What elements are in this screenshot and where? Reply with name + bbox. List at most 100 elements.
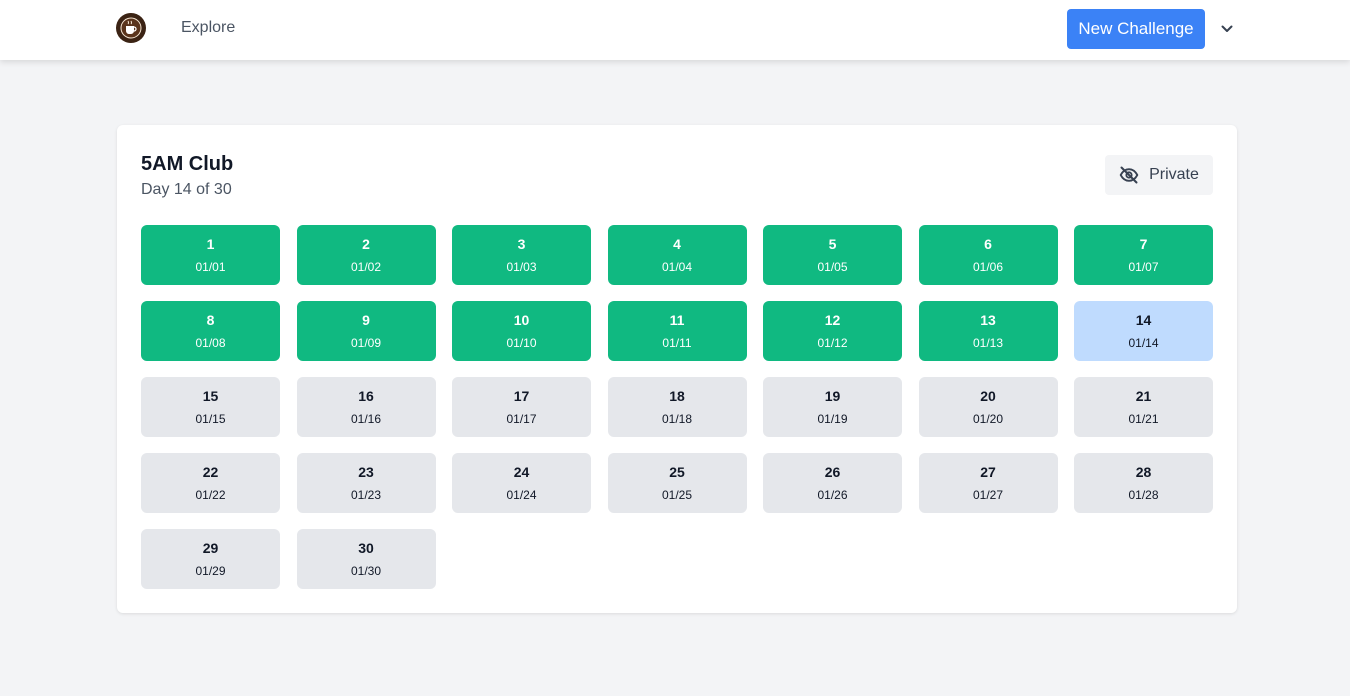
day-tile-4[interactable]: 4 01/04: [607, 225, 747, 285]
day-date: 01/05: [817, 260, 848, 274]
day-number: 2: [362, 236, 370, 252]
day-tile-29[interactable]: 29 01/29: [141, 529, 280, 589]
day-tile-23[interactable]: 23 01/23: [296, 453, 436, 513]
day-date: 01/27: [972, 488, 1004, 502]
day-tile-8[interactable]: 8 01/08: [141, 301, 280, 361]
private-toggle-button[interactable]: Private: [1105, 155, 1213, 195]
day-date: 01/15: [195, 412, 226, 426]
day-date: 01/02: [350, 260, 382, 274]
day-number: 15: [202, 388, 219, 404]
day-number: 29: [202, 540, 219, 556]
day-tile-12[interactable]: 12 01/12: [763, 301, 902, 361]
day-number: 8: [206, 312, 215, 328]
day-tile-26[interactable]: 26 01/26: [763, 453, 902, 513]
day-tile-11[interactable]: 11 01/11: [607, 301, 747, 361]
day-date: 01/21: [1128, 412, 1159, 426]
day-number: 14: [1135, 312, 1152, 328]
eye-off-icon: [1119, 165, 1139, 185]
day-date: 01/22: [195, 488, 226, 502]
coffee-cup-icon[interactable]: [116, 13, 146, 43]
day-tile-21[interactable]: 21 01/21: [1074, 377, 1213, 437]
day-date: 01/10: [506, 336, 537, 350]
day-date: 01/25: [661, 488, 693, 502]
day-number: 9: [362, 312, 370, 328]
day-number: 11: [669, 312, 685, 328]
day-tile-16[interactable]: 16 01/16: [296, 377, 436, 437]
day-date: 01/18: [661, 412, 693, 426]
day-number: 20: [980, 388, 996, 404]
day-tile-22[interactable]: 22 01/22: [141, 453, 280, 513]
day-number: 23: [358, 464, 374, 480]
day-tile-10[interactable]: 10 01/10: [452, 301, 591, 361]
challenge-title: 5AM Club: [141, 153, 234, 175]
day-tile-13[interactable]: 13 01/13: [918, 301, 1058, 361]
chevron-down-icon[interactable]: [1217, 19, 1237, 39]
day-tile-7[interactable]: 7 01/07: [1074, 225, 1213, 285]
day-tile-5[interactable]: 5 01/05: [763, 225, 902, 285]
day-date: 01/09: [350, 336, 382, 350]
day-number: 24: [513, 464, 530, 480]
day-number: 17: [513, 388, 530, 404]
day-date: 01/30: [350, 564, 382, 578]
day-date: 01/06: [972, 260, 1004, 274]
day-tile-14[interactable]: 14 01/14: [1074, 301, 1213, 361]
day-tile-6[interactable]: 6 01/06: [918, 225, 1058, 285]
day-number: 3: [517, 236, 526, 252]
day-date: 01/17: [506, 412, 537, 426]
day-number: 19: [824, 388, 841, 404]
day-tile-15[interactable]: 15 01/15: [141, 377, 280, 437]
private-label: Private: [1149, 166, 1199, 183]
day-tile-28[interactable]: 28 01/28: [1074, 453, 1213, 513]
day-tile-9[interactable]: 9 01/09: [296, 301, 436, 361]
day-tile-30[interactable]: 30 01/30: [296, 529, 436, 589]
day-number: 22: [202, 464, 219, 480]
day-date: 01/08: [195, 336, 226, 350]
day-date: 01/23: [350, 488, 382, 502]
day-number: 7: [1139, 236, 1148, 252]
day-number: 5: [828, 236, 837, 252]
day-number: 25: [669, 464, 685, 480]
day-tile-27[interactable]: 27 01/27: [918, 453, 1058, 513]
day-date: 01/28: [1128, 488, 1159, 502]
new-challenge-button[interactable]: New Challenge: [1067, 9, 1205, 49]
day-number: 27: [980, 464, 996, 480]
nav-explore-link[interactable]: Explore: [181, 19, 235, 37]
day-number: 13: [980, 312, 996, 328]
day-number: 16: [358, 388, 374, 404]
day-tile-24[interactable]: 24 01/24: [452, 453, 591, 513]
day-date: 01/24: [506, 488, 537, 502]
day-date: 01/07: [1128, 260, 1159, 274]
day-number: 4: [673, 236, 681, 252]
day-tile-3[interactable]: 3 01/03: [452, 225, 591, 285]
day-tile-2[interactable]: 2 01/02: [296, 225, 436, 285]
day-number: 21: [1135, 388, 1152, 404]
day-date: 01/14: [1128, 336, 1159, 350]
day-tile-18[interactable]: 18 01/18: [607, 377, 747, 437]
day-date: 01/26: [817, 488, 848, 502]
day-tile-25[interactable]: 25 01/25: [607, 453, 747, 513]
day-number: 26: [824, 464, 841, 480]
day-grid: 1 01/01 2 01/02 3 01/03 4 01/04 5 01/05 6 01/06 7 01/…: [141, 225, 1213, 589]
day-tile-17[interactable]: 17 01/17: [452, 377, 591, 437]
day-date: 01/19: [817, 412, 848, 426]
day-number: 10: [513, 312, 530, 328]
day-number: 1: [206, 236, 215, 252]
day-tile-19[interactable]: 19 01/19: [763, 377, 902, 437]
day-date: 01/12: [817, 336, 848, 350]
day-number: 28: [1135, 464, 1152, 480]
day-tile-1[interactable]: 1 01/01: [141, 225, 280, 285]
day-tile-20[interactable]: 20 01/20: [918, 377, 1058, 437]
top-navbar: Explore New Challenge: [0, 0, 1350, 60]
day-date: 01/11: [662, 336, 692, 350]
day-date: 01/16: [350, 412, 382, 426]
challenge-card: 5AM Club Day 14 of 30 Private 1 01/01 2 01/…: [117, 125, 1237, 613]
challenge-progress: Day 14 of 30: [141, 181, 232, 198]
day-date: 01/01: [195, 260, 226, 274]
day-date: 01/04: [661, 260, 693, 274]
day-date: 01/29: [195, 564, 226, 578]
day-number: 6: [984, 236, 992, 252]
day-number: 12: [824, 312, 841, 328]
day-number: 30: [358, 540, 374, 556]
day-date: 01/13: [972, 336, 1004, 350]
day-date: 01/03: [506, 260, 537, 274]
